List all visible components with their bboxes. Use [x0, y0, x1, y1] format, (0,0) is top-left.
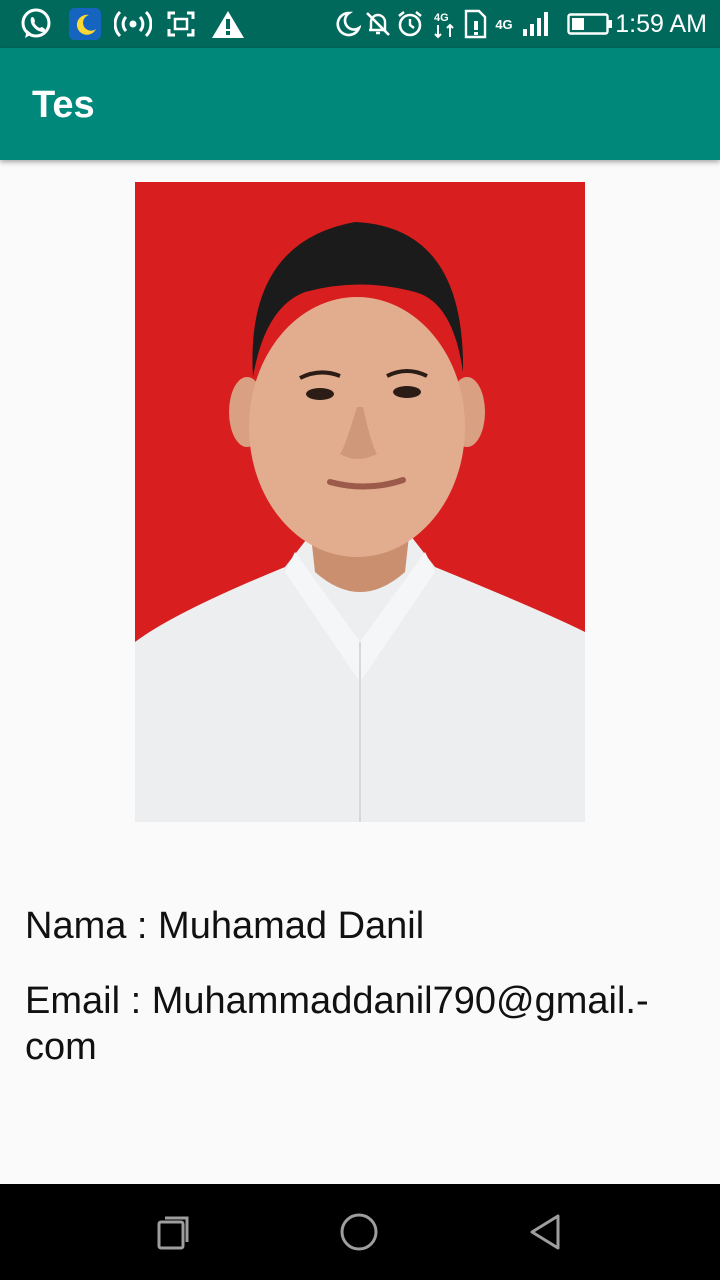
status-bar: 4G 4G 1:59 AM	[0, 0, 720, 48]
email-text: Email : Muhammaddanil790@gmail.-com	[25, 978, 695, 1070]
data-arrows-icon: 4G	[432, 6, 458, 42]
name-text: Nama : Muhamad Danil	[25, 905, 425, 947]
back-icon[interactable]	[516, 1202, 576, 1262]
navigation-bar	[0, 1184, 720, 1280]
moon-icon	[334, 6, 362, 42]
battery-icon	[566, 6, 614, 42]
whatsapp-icon	[18, 6, 54, 42]
signal-icon	[520, 6, 552, 42]
svg-text:4G: 4G	[434, 12, 449, 24]
home-icon[interactable]	[329, 1202, 389, 1262]
hotspot-icon	[114, 6, 152, 42]
network-type-label: 4G	[495, 16, 513, 32]
profile-photo	[135, 182, 585, 822]
recent-apps-icon[interactable]	[143, 1202, 203, 1262]
bell-off-icon	[364, 6, 392, 42]
app-title: Tes	[32, 84, 95, 126]
email-line: Email : Muhammaddanil790@gmail.-com	[25, 980, 649, 1068]
alarm-icon	[395, 6, 425, 42]
warning-icon	[210, 6, 246, 42]
moon-app-icon	[68, 6, 102, 42]
app-bar: Tes	[0, 48, 720, 160]
screenshot-icon	[166, 6, 196, 42]
sim-icon	[462, 6, 488, 42]
status-time: 1:59 AM	[615, 10, 707, 38]
